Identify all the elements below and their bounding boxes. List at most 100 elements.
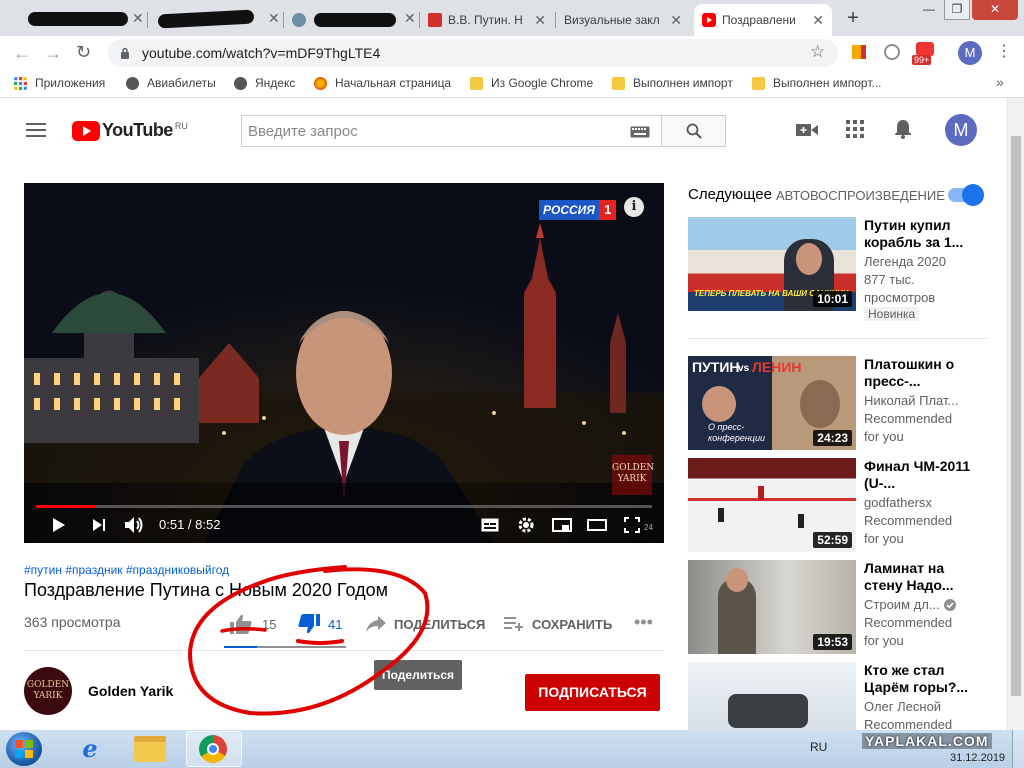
tab-2[interactable]: ✕ xyxy=(148,4,282,36)
dislike-button[interactable]: 41 xyxy=(298,614,342,634)
globe-icon xyxy=(126,76,139,90)
bookmark-label: Выполнен импорт... xyxy=(773,76,882,90)
save-button[interactable]: СОХРАНИТЬ xyxy=(504,616,612,632)
sidebar-video-item[interactable]: 19:53 Ламинат на стену Надо... Строим дл… xyxy=(688,560,978,656)
back-icon[interactable]: ← xyxy=(13,43,31,64)
share-button[interactable]: ПОДЕЛИТЬСЯ xyxy=(366,616,485,632)
channel-name[interactable]: Golden Yarik xyxy=(88,683,173,699)
youtube-logo[interactable]: YouTube RU xyxy=(72,120,188,141)
thumbnail-player xyxy=(718,508,724,522)
share-tooltip: Поделиться xyxy=(374,660,463,690)
bookmark-aviabilety[interactable]: Авиабилеты xyxy=(126,76,216,90)
sidebar-video-item[interactable]: ПУТИН vs ЛЕНИН О пресс- конференции 24:2… xyxy=(688,356,978,452)
tab-active[interactable]: Поздравлени ✕ xyxy=(694,4,832,36)
play-icon[interactable] xyxy=(52,517,66,533)
close-window-icon[interactable]: ✕ xyxy=(972,0,1018,20)
tab-close-icon[interactable]: ✕ xyxy=(812,12,824,29)
bookmark-folder-chrome[interactable]: Из Google Chrome xyxy=(470,76,593,90)
windows-taskbar: e RU YAPLAKAL.COM 31.12.2019 xyxy=(0,730,1024,768)
thumbnail-player xyxy=(758,486,764,500)
channel-avatar[interactable]: GOLDEN YARIK xyxy=(24,667,72,715)
video-thumbnail[interactable]: ТЕПЕРЬ ПЛЕВАТЬ НА ВАШИ САНКЦИИ 10:01 xyxy=(688,217,856,311)
apps-grid-icon[interactable] xyxy=(846,120,864,138)
duration-badge: 10:01 xyxy=(813,291,852,307)
autoplay-toggle[interactable] xyxy=(948,184,984,206)
language-indicator[interactable]: RU xyxy=(810,740,827,754)
tab-close-icon[interactable]: ✕ xyxy=(132,10,144,27)
bookmark-yandex[interactable]: Яндекс xyxy=(234,76,295,90)
tab-close-icon[interactable]: ✕ xyxy=(404,10,416,27)
scrollbar-thumb[interactable] xyxy=(1011,136,1021,696)
taskbar-date[interactable]: 31.12.2019 xyxy=(950,752,1005,764)
volume-icon[interactable] xyxy=(124,516,146,534)
tab-1[interactable]: ✕ xyxy=(10,4,146,36)
redaction-scribble xyxy=(314,13,396,27)
sidebar-video-item[interactable]: 52:59 Финал ЧМ-2011 (U-... godfathersx R… xyxy=(688,458,978,554)
extension-mail-icon[interactable] xyxy=(916,42,934,56)
bookmark-folder-import-2[interactable]: Выполнен импорт... xyxy=(752,76,882,90)
reload-icon[interactable]: ↻ xyxy=(76,42,91,63)
sidebar-video-recommended-2: for you xyxy=(864,633,904,648)
extension-globe-icon[interactable] xyxy=(884,44,900,60)
youtube-favicon-icon xyxy=(702,13,716,27)
fullscreen-icon[interactable] xyxy=(624,517,640,533)
maximize-icon[interactable]: ❐ xyxy=(944,0,970,20)
notifications-bell-icon[interactable] xyxy=(894,119,912,139)
video-thumbnail[interactable]: 52:59 xyxy=(688,458,856,552)
share-label: ПОДЕЛИТЬСЯ xyxy=(394,616,486,632)
sidebar-video-recommended-2: for you xyxy=(864,429,904,444)
extension-flag-icon[interactable] xyxy=(852,45,866,59)
account-avatar[interactable]: M xyxy=(945,114,977,146)
file-explorer-icon[interactable] xyxy=(134,736,166,762)
miniplayer-icon[interactable] xyxy=(552,518,572,532)
show-desktop-button[interactable] xyxy=(1012,730,1024,768)
url-field[interactable]: youtube.com/watch?v=mDF9ThgLTE4 ☆ xyxy=(108,39,838,67)
subtitles-icon[interactable] xyxy=(481,518,499,532)
start-button[interactable] xyxy=(6,732,42,766)
tab-4[interactable]: В.В. Путин. Н ✕ xyxy=(420,4,554,36)
bookmark-home[interactable]: Начальная страница xyxy=(314,76,451,90)
subscribe-button[interactable]: ПОДПИСАТЬСЯ xyxy=(525,674,660,711)
bookmark-label: Начальная страница xyxy=(335,76,452,90)
page-scrollbar[interactable] xyxy=(1007,98,1024,730)
hamburger-menu-icon[interactable] xyxy=(26,123,46,137)
hashtags[interactable]: #путин #праздник #праздниковыйгод xyxy=(24,563,229,577)
tab-close-icon[interactable]: ✕ xyxy=(534,12,546,29)
profile-avatar[interactable]: M xyxy=(958,41,982,65)
browser-menu-icon[interactable]: ⋮ xyxy=(996,41,1012,61)
forward-icon[interactable]: → xyxy=(44,43,62,64)
more-actions-icon[interactable]: ••• xyxy=(634,612,653,633)
logo-text: YouTube xyxy=(102,120,173,140)
tab-close-icon[interactable]: ✕ xyxy=(268,10,280,27)
search-button[interactable] xyxy=(661,115,726,147)
like-button[interactable]: 15 xyxy=(230,614,276,634)
taskbar-chrome-button[interactable] xyxy=(186,731,242,767)
bookmarks-overflow-icon[interactable]: » xyxy=(996,74,1004,90)
settings-gear-icon[interactable] xyxy=(517,516,535,534)
tab-close-icon[interactable]: ✕ xyxy=(670,12,682,29)
create-video-icon[interactable] xyxy=(796,122,818,138)
thumbnail-vs: vs xyxy=(738,363,750,374)
theater-mode-icon[interactable] xyxy=(587,519,607,531)
tab-3[interactable]: ✕ xyxy=(284,4,418,36)
video-thumbnail[interactable]: ПУТИН vs ЛЕНИН О пресс- конференции 24:2… xyxy=(688,356,856,450)
search-input[interactable]: Введите запрос xyxy=(241,115,661,147)
keyboard-icon[interactable] xyxy=(630,126,650,138)
bookmark-star-icon[interactable]: ☆ xyxy=(810,42,825,62)
tab-5[interactable]: Визуальные закл ✕ xyxy=(556,4,690,36)
youtube-play-logo-icon xyxy=(72,120,100,141)
video-player[interactable]: РОССИЯ 1 i GOLDEN YARIK 0:51 / 8:52 24 xyxy=(24,183,664,543)
bookmark-folder-import[interactable]: Выполнен импорт xyxy=(612,76,733,90)
progress-bar[interactable] xyxy=(36,505,652,508)
bookmark-apps[interactable]: Приложения xyxy=(14,76,105,90)
video-thumbnail[interactable]: 19:53 xyxy=(688,560,856,654)
new-tab-button[interactable]: + xyxy=(842,8,864,30)
thumbnail-word-1: ПУТИН xyxy=(692,359,740,375)
next-icon[interactable] xyxy=(92,518,106,532)
duration-badge: 24:23 xyxy=(813,430,852,446)
minimize-icon[interactable]: — xyxy=(916,0,942,20)
info-icon[interactable]: i xyxy=(624,197,644,217)
internet-explorer-icon[interactable]: e xyxy=(72,734,108,764)
thumbnail-face xyxy=(702,386,736,422)
sidebar-video-item[interactable]: ТЕПЕРЬ ПЛЕВАТЬ НА ВАШИ САНКЦИИ 10:01 Пут… xyxy=(688,217,978,321)
